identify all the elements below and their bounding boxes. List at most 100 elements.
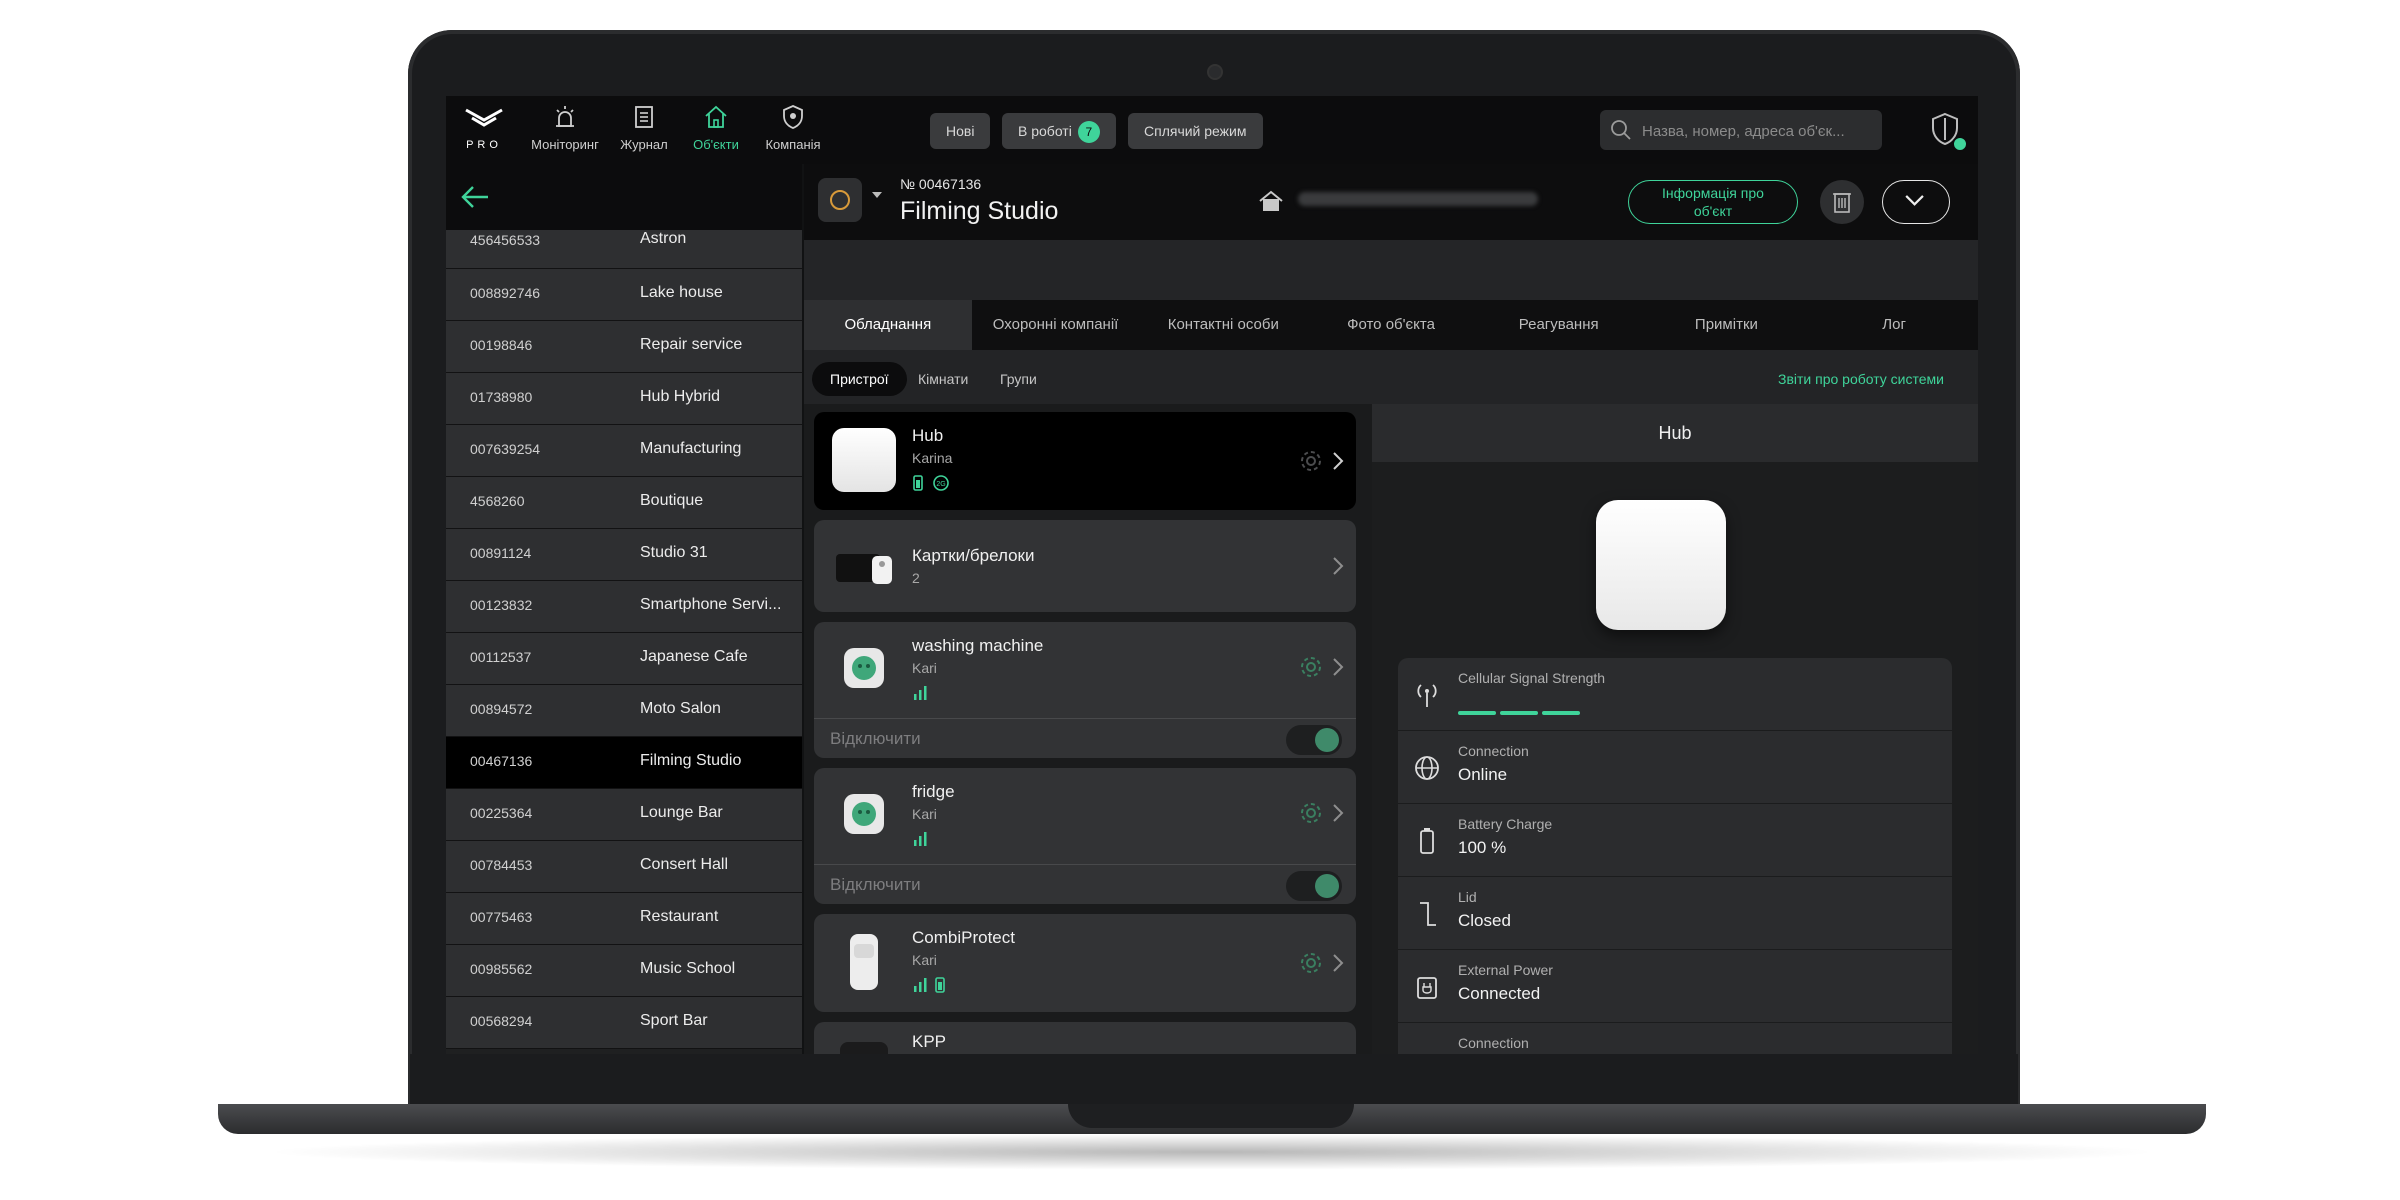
power-icon: [1417, 977, 1437, 999]
gear-icon[interactable]: [1298, 654, 1324, 680]
alarm-icon: [556, 106, 574, 127]
arm-state-button[interactable]: [818, 178, 862, 222]
object-number: 00891124: [470, 545, 532, 561]
delete-button[interactable]: [1820, 180, 1864, 224]
stat-value: Online: [1458, 765, 1508, 784]
object-row[interactable]: 008892746 Lake house: [446, 269, 802, 321]
tab-in-progress[interactable]: В роботі 7: [1002, 113, 1116, 149]
object-name: Smartphone Servi...: [640, 596, 782, 613]
subtab-devices[interactable]: Пристрої: [812, 362, 907, 396]
object-tabs: Обладнання Охоронні компанії Контактні осо…: [804, 300, 1978, 350]
stat-key: Battery Charge: [1458, 816, 1553, 832]
expand-button[interactable]: [1882, 180, 1950, 224]
object-row[interactable]: 01738980 Hub Hybrid: [446, 373, 802, 425]
device-room: Kari: [912, 952, 937, 968]
tab-2[interactable]: Контактні особи: [1139, 300, 1307, 350]
toggle-knob: [1315, 874, 1339, 898]
object-row[interactable]: 4568260 Boutique: [446, 477, 802, 529]
chevron-right-icon[interactable]: [1332, 657, 1344, 677]
chevron-right-icon[interactable]: [1332, 556, 1344, 576]
chevron-right-icon[interactable]: [1332, 803, 1344, 823]
object-row[interactable]: 00198846 Repair service: [446, 321, 802, 373]
tab-label: В роботі: [1018, 123, 1072, 139]
nav-company[interactable]: Компанія: [758, 104, 828, 160]
antenna-icon: [1417, 684, 1437, 707]
tab-0[interactable]: Обладнання: [804, 300, 972, 350]
device-card-combiprotect[interactable]: CombiProtect Kari: [814, 914, 1356, 1012]
chevron-down-icon[interactable]: [872, 192, 882, 198]
object-row[interactable]: 456456533 Astron: [446, 230, 802, 269]
stat-key: Lid: [1458, 889, 1477, 905]
device-room: Kari: [912, 806, 937, 822]
object-row[interactable]: 00775463 Restaurant: [446, 893, 802, 945]
tab-label: Сплячий режим: [1144, 123, 1247, 139]
object-info-button[interactable]: Інформація про об'єкт: [1628, 180, 1798, 224]
object-row[interactable]: 00891124 Studio 31: [446, 529, 802, 581]
object-row[interactable]: 00784453 Consert Hall: [446, 841, 802, 893]
subtab-rooms[interactable]: Кімнати: [900, 362, 986, 396]
device-card-keycards[interactable]: Картки/брелоки 2: [814, 520, 1356, 612]
device-room: Karina: [912, 450, 953, 466]
subtab-groups[interactable]: Групи: [982, 362, 1055, 396]
status-dot: [1952, 136, 1968, 152]
stat-key: Cellular Signal Strength: [1458, 670, 1606, 686]
combiprotect-thumbnail: [832, 930, 896, 994]
nav-journal[interactable]: Журнал: [614, 104, 674, 160]
disable-toggle[interactable]: [1286, 725, 1342, 755]
object-row[interactable]: 00985562 Music School: [446, 945, 802, 997]
motion-detector-icon: [850, 934, 878, 990]
object-name: Hub Hybrid: [640, 388, 721, 405]
tab-6[interactable]: Лог: [1810, 300, 1978, 350]
device-card-washing-machine[interactable]: washing machine Kari Відключити: [814, 622, 1356, 758]
tab-3[interactable]: Фото об'єкта: [1307, 300, 1475, 350]
tab-new[interactable]: Нові: [930, 113, 991, 149]
search-input[interactable]: [1640, 110, 1878, 152]
chevron-right-icon[interactable]: [1332, 953, 1344, 973]
object-name: Lake house: [640, 284, 723, 301]
device-title: CombiProtect: [912, 928, 1015, 947]
object-name: Moto Salon: [640, 700, 721, 717]
object-row[interactable]: 00112537 Japanese Cafe: [446, 633, 802, 685]
subtab-label: Кімнати: [918, 371, 969, 387]
object-row[interactable]: 00225364 Lounge Bar: [446, 789, 802, 841]
logo[interactable]: PRO: [458, 106, 510, 156]
object-number: 00775463: [470, 909, 533, 925]
laptop-shadow: [260, 1134, 2164, 1170]
object-row[interactable]: 00568294 Sport Bar: [446, 997, 802, 1049]
tab-4[interactable]: Реагування: [1475, 300, 1643, 350]
nav-monitoring[interactable]: Моніторинг: [526, 104, 604, 160]
back-arrow-icon[interactable]: [460, 184, 490, 210]
gear-icon[interactable]: [1298, 448, 1324, 474]
stat-value: Closed: [1458, 911, 1511, 930]
stat-key: Connection: [1458, 1035, 1529, 1051]
device-card-hub[interactable]: Hub Karina 2G: [814, 412, 1356, 510]
object-row[interactable]: 00894572 Moto Salon: [446, 685, 802, 737]
gear-icon[interactable]: [1298, 950, 1324, 976]
tab-5[interactable]: Примітки: [1643, 300, 1811, 350]
system-reports-link[interactable]: Звіти про роботу системи: [1778, 371, 1944, 387]
search-icon: [1611, 120, 1631, 140]
signal-icon: [914, 686, 927, 700]
tab-label: Нові: [946, 123, 975, 139]
nav-objects[interactable]: Об'єкти: [684, 104, 748, 160]
stat-connection-2: Connection: [1398, 1023, 1952, 1054]
object-list: 456456533 Astron 008892746 Lake house 001988…: [446, 164, 802, 1054]
stat-signal: Cellular Signal Strength: [1398, 658, 1952, 731]
gear-icon[interactable]: [1298, 800, 1324, 826]
tab-sleep-mode[interactable]: Сплячий режим: [1128, 113, 1263, 149]
object-row[interactable]: 007639254 Manufacturing: [446, 425, 802, 477]
button-label: Інформація про об'єкт: [1662, 185, 1764, 219]
object-number: 00985562: [470, 961, 533, 977]
search-box[interactable]: [1600, 110, 1882, 152]
disable-row: Відключити: [814, 718, 1356, 759]
device-card-fridge[interactable]: fridge Kari Відключити: [814, 768, 1356, 904]
object-row[interactable]: 00467136 Filming Studio: [446, 737, 802, 789]
object-number: 00112537: [470, 649, 532, 665]
object-row[interactable]: 00123832 Smartphone Servi...: [446, 581, 802, 633]
tab-1[interactable]: Охоронні компанії: [972, 300, 1140, 350]
chevron-right-icon[interactable]: [1332, 451, 1344, 471]
disable-toggle[interactable]: [1286, 871, 1342, 901]
device-card-kpp[interactable]: KPP: [814, 1022, 1356, 1054]
device-title: washing machine: [912, 636, 1044, 655]
object-number: 00225364: [470, 805, 533, 821]
